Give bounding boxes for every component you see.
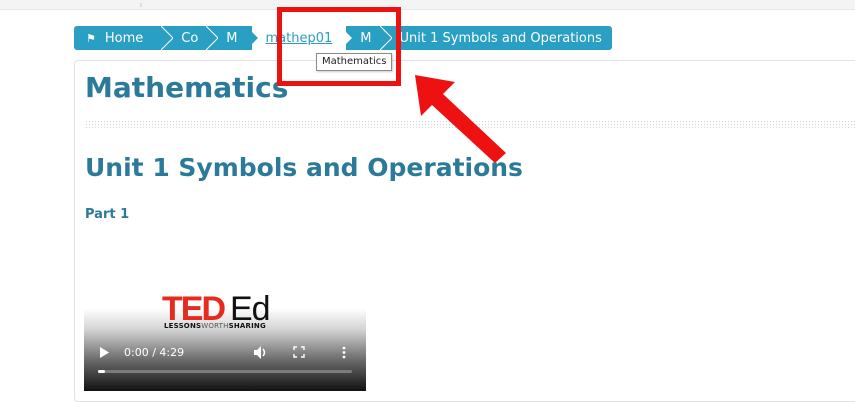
breadcrumb-home[interactable]: ⚑ Home	[74, 26, 168, 50]
breadcrumb: ⚑ Home Co M mathep01 M Unit 1 Symbols an…	[74, 26, 612, 50]
breadcrumb-item-unit1[interactable]: Unit 1 Symbols and Operations	[385, 26, 612, 50]
video-time: 0:00 / 4:29	[124, 346, 185, 359]
ted-tagline: LESSONSWORTHSHARING	[164, 322, 266, 330]
ed-logo-text: Ed	[230, 291, 270, 323]
video-controls: 0:00 / 4:29	[84, 341, 366, 367]
ted-logo-text: TED	[162, 291, 225, 323]
video-progress-fill	[98, 370, 105, 373]
volume-icon[interactable]	[254, 346, 268, 359]
tagline-part: SHARING	[228, 322, 266, 330]
home-icon: ⚑	[86, 31, 96, 45]
video-player[interactable]: TED Ed LESSONSWORTHSHARING 0:00 / 4:29	[84, 287, 366, 391]
top-strip	[0, 0, 855, 10]
tagline-part: WORTH	[201, 322, 229, 330]
annotation-arrow-icon	[415, 75, 506, 163]
more-options-icon[interactable]	[342, 346, 346, 359]
video-progress-bar[interactable]	[98, 370, 352, 373]
top-strip-mark	[140, 3, 142, 7]
part-label: Part 1	[85, 207, 130, 222]
breadcrumb-item-label: Unit 1 Symbols and Operations	[399, 30, 602, 46]
ted-ed-logo: TED Ed	[162, 291, 271, 323]
play-icon[interactable]	[100, 347, 109, 358]
fullscreen-icon[interactable]	[293, 346, 305, 358]
page-title: Mathematics	[85, 71, 289, 104]
tagline-part: LESSONS	[164, 322, 202, 330]
breadcrumb-home-label: Home	[104, 30, 144, 46]
